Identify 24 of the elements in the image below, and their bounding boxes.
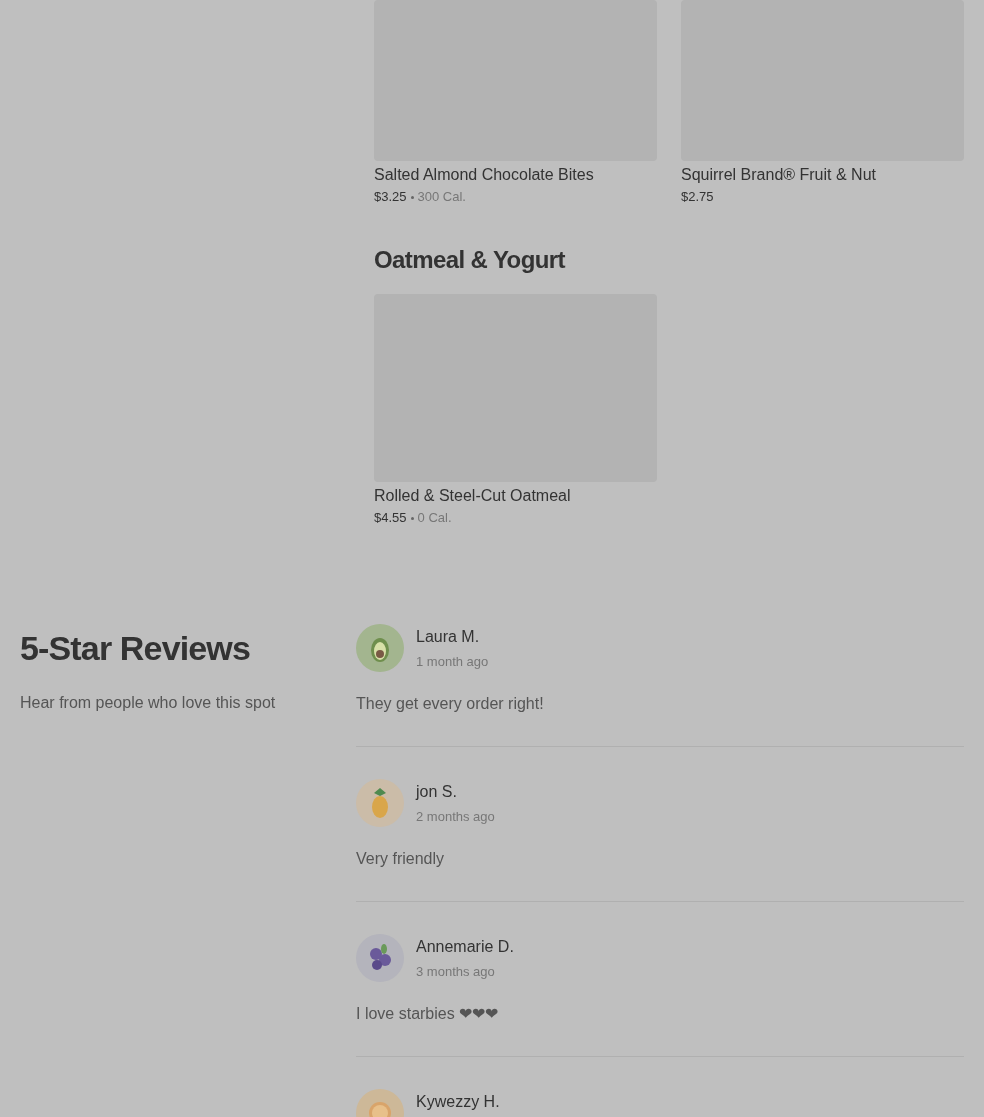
avocado-avatar	[356, 624, 404, 672]
item-price: $2.75	[681, 188, 714, 206]
review-time: 3 months ago	[416, 963, 496, 981]
item-calories: 0 Cal.	[417, 509, 452, 527]
section-subtitle: Hear from people who love this spot	[20, 693, 277, 713]
berries-avatar	[356, 934, 404, 982]
reviewer-name: Laura M.	[416, 627, 481, 647]
reviewer-name: Kywezzy H.	[416, 1092, 500, 1112]
item-calories: 300 Cal.	[417, 188, 466, 206]
review-text: Very friendly	[356, 849, 446, 869]
pineapple-avatar	[356, 779, 404, 827]
item-name[interactable]: Salted Almond Chocolate Bites	[374, 165, 657, 185]
item-price: $3.25	[374, 188, 407, 206]
category-heading: Oatmeal & Yogurt	[374, 245, 567, 275]
item-name[interactable]: Squirrel Brand® Fruit & Nut	[681, 165, 964, 185]
item-price: $4.55	[374, 509, 407, 527]
review-time: 1 month ago	[416, 653, 489, 671]
review-time: 2 months ago	[416, 808, 495, 826]
review-text: They get every order right!	[356, 694, 545, 714]
reviewer-name: jon S.	[416, 782, 458, 802]
section-heading: 5-Star Reviews	[20, 628, 251, 669]
reviewer-name: Annemarie D.	[416, 937, 514, 957]
item-name[interactable]: Rolled & Steel-Cut Oatmeal	[374, 486, 657, 506]
review-text: I love starbies ❤❤❤	[356, 1004, 500, 1024]
